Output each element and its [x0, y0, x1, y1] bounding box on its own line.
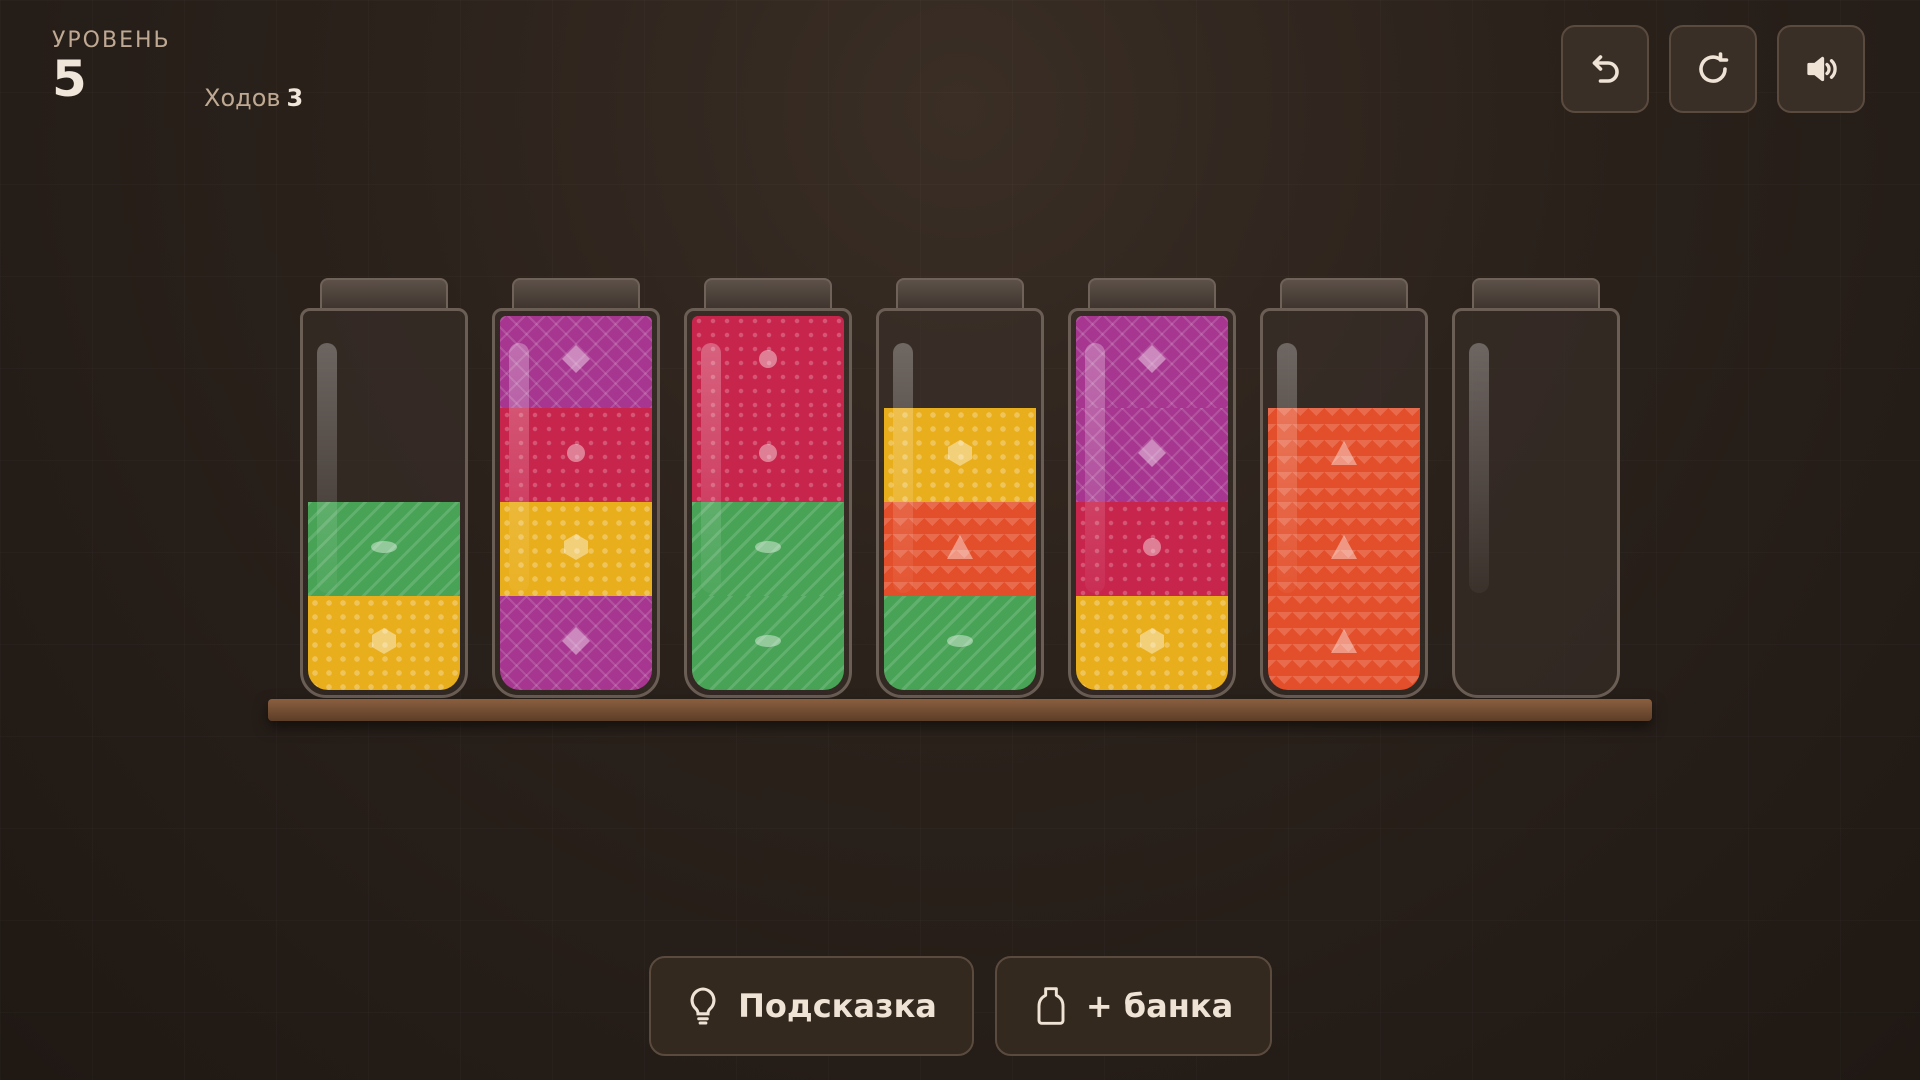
glass-shine: [701, 343, 721, 593]
jar[interactable]: [492, 276, 660, 698]
wooden-shelf: [268, 699, 1652, 721]
sound-icon: [1807, 56, 1837, 82]
glass-shine: [1085, 343, 1105, 593]
liquid-layer-yellow: [1076, 596, 1228, 690]
moves-count: 3: [286, 84, 304, 112]
triangle-icon: [1330, 628, 1358, 658]
restart-icon: [1699, 52, 1729, 83]
diamond-icon: [1137, 344, 1167, 378]
glass-shine: [893, 343, 913, 593]
jar-glass: [300, 308, 468, 698]
glass-shine: [509, 343, 529, 593]
jar-glass: [684, 308, 852, 698]
liquid-layer-green: [884, 596, 1036, 690]
jar-glass: [1068, 308, 1236, 698]
triangle-icon: [1330, 440, 1358, 470]
liquid-layer-purple: [500, 596, 652, 690]
liquid-layer-green: [692, 596, 844, 690]
jar[interactable]: [876, 276, 1044, 698]
jar-lid: [1088, 278, 1216, 310]
circle-icon: [757, 348, 779, 374]
ellipse-icon: [753, 539, 783, 559]
level-indicator: УРОВЕНЬ 5: [52, 28, 171, 108]
jar-lid: [1280, 278, 1408, 310]
liquid-layer-orange: [1268, 596, 1420, 690]
circle-icon: [757, 442, 779, 468]
jar-lid: [512, 278, 640, 310]
restart-button[interactable]: [1669, 25, 1757, 113]
hint-button[interactable]: Подсказка: [649, 956, 974, 1056]
hexagon-icon: [371, 627, 397, 659]
jar[interactable]: [684, 276, 852, 698]
ellipse-icon: [369, 539, 399, 559]
glass-shine: [317, 343, 337, 593]
glass-shine: [1469, 343, 1489, 593]
sound-button[interactable]: [1777, 25, 1865, 113]
circle-icon: [1141, 536, 1163, 562]
ellipse-icon: [753, 633, 783, 653]
liquid-layer-yellow: [308, 596, 460, 690]
glass-shine: [1277, 343, 1297, 593]
undo-icon: [1592, 55, 1619, 83]
jar[interactable]: [300, 276, 468, 698]
triangle-icon: [1330, 534, 1358, 564]
add-jar-label: + банка: [1085, 987, 1234, 1025]
moves-label: Ходов: [204, 84, 281, 112]
jar[interactable]: [1452, 276, 1620, 698]
hexagon-icon: [947, 439, 973, 471]
jar-lid: [320, 278, 448, 310]
jar-glass: [492, 308, 660, 698]
diamond-icon: [561, 626, 591, 660]
jar[interactable]: [1068, 276, 1236, 698]
jar-lid: [1472, 278, 1600, 310]
jar-lid: [704, 278, 832, 310]
diamond-icon: [1137, 438, 1167, 472]
diamond-icon: [561, 344, 591, 378]
jar-glass: [1260, 308, 1428, 698]
jar-lid: [896, 278, 1024, 310]
jar-glass: [1452, 308, 1620, 698]
circle-icon: [565, 442, 587, 468]
ellipse-icon: [945, 633, 975, 653]
undo-button[interactable]: [1561, 25, 1649, 113]
hexagon-icon: [563, 533, 589, 565]
jar-shelf-area: [268, 276, 1652, 722]
jar-glass: [876, 308, 1044, 698]
hint-label: Подсказка: [738, 987, 937, 1025]
hexagon-icon: [1139, 627, 1165, 659]
jar-icon: [1037, 987, 1065, 1025]
add-jar-button[interactable]: + банка: [995, 956, 1272, 1056]
lightbulb-icon: [690, 987, 716, 1025]
jar[interactable]: [1260, 276, 1428, 698]
level-number: 5: [52, 50, 87, 108]
triangle-icon: [946, 534, 974, 564]
moves-counter: Ходов 3: [204, 84, 303, 112]
